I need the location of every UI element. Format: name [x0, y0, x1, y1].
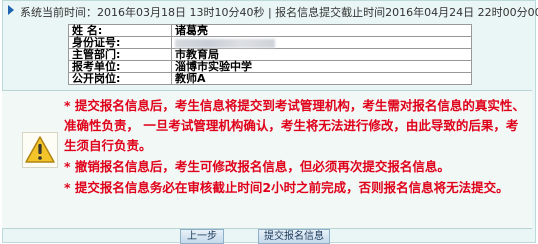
previous-step-button[interactable]: 上一步	[180, 229, 224, 244]
status-bar: 系统当前时间：2016年03月18日 13时10分40秒 | 报名信息提交截止时…	[0, 3, 538, 20]
table-row: 报考单位: 淄博市实验中学	[68, 60, 472, 73]
submit-registration-button[interactable]: 提交报名信息	[258, 229, 330, 244]
applicant-info-table: 姓 名: 诸葛亮 身份证号: 主管部门: 市教育局 报考单位: 淄博市实验中学 …	[68, 24, 472, 85]
position-label: 公开岗位:	[68, 72, 172, 85]
notice-panel: * 提交报名信息后，考生信息将提交到考试管理机构，考生需对报名信息的真实性、准确…	[2, 90, 532, 229]
notice-messages: * 提交报名信息后，考生信息将提交到考试管理机构，考生需对报名信息的真实性、准确…	[64, 96, 526, 199]
table-row: 身份证号:	[68, 36, 472, 49]
department-label: 主管部门:	[68, 48, 172, 61]
warning-icon	[22, 132, 58, 168]
department-value: 市教育局	[171, 48, 472, 61]
employer-value: 淄博市实验中学	[171, 60, 472, 73]
employer-label: 报考单位:	[68, 60, 172, 73]
redacted-id-number	[175, 38, 275, 48]
table-row: 公开岗位: 教师A	[68, 72, 472, 85]
table-row: 主管部门: 市教育局	[68, 48, 472, 61]
notice-message: * 提交报名信息后，考生信息将提交到考试管理机构，考生需对报名信息的真实性、准确…	[64, 98, 525, 153]
name-label: 姓 名:	[68, 24, 172, 37]
name-value: 诸葛亮	[171, 24, 472, 37]
position-value: 教师A	[171, 72, 472, 85]
id-number-value	[171, 36, 472, 49]
id-number-label: 身份证号:	[68, 36, 172, 49]
arrow-right-icon	[8, 5, 14, 15]
system-time-text: 系统当前时间：2016年03月18日 13时10分40秒 | 报名信息提交截止时…	[20, 6, 538, 19]
notice-message: * 撤销报名信息后，考生可修改报名信息，但必须再次提交报名信息。	[64, 159, 450, 174]
notice-message: * 提交报名信息务必在审核截止时间2小时之前完成，否则报名信息将无法提交。	[64, 180, 509, 195]
table-row: 姓 名: 诸葛亮	[68, 24, 472, 37]
